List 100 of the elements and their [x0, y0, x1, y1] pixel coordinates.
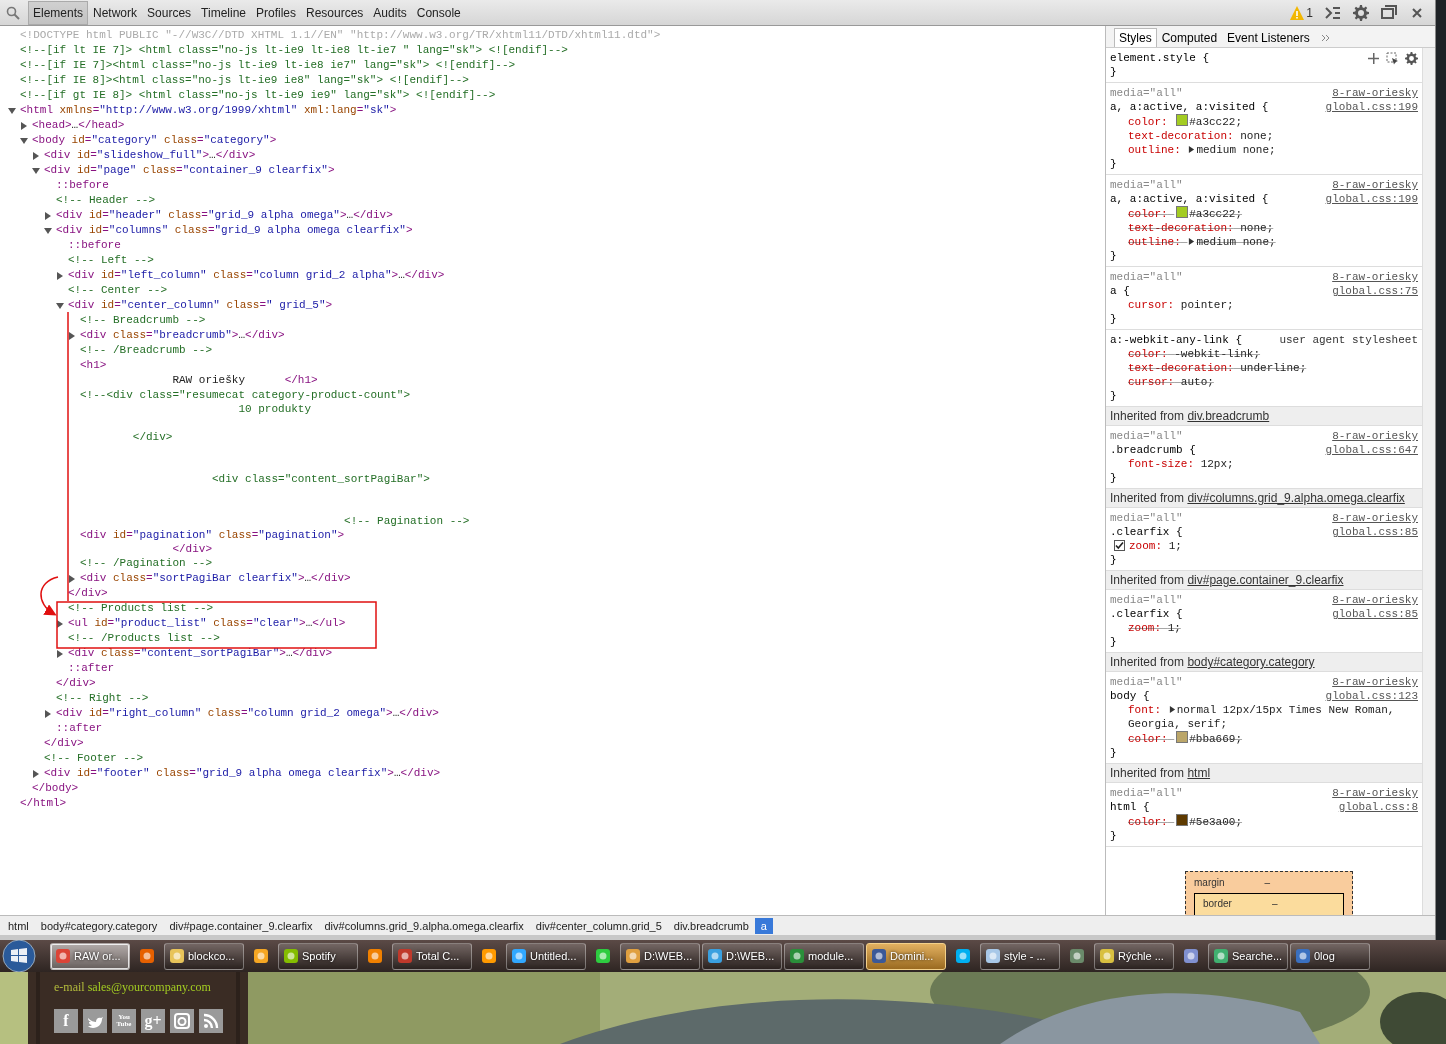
- code-comment[interactable]: <!-- Footer -->: [44, 751, 144, 766]
- breadcrumb-item[interactable]: html: [2, 917, 35, 934]
- breadcrumb-item[interactable]: a: [754, 917, 773, 934]
- expand-arrow-icon[interactable]: [1188, 238, 1196, 245]
- code-comment[interactable]: <!-- Breadcrumb -->: [80, 313, 206, 328]
- code-comment[interactable]: <!-- /Breadcrumb -->: [80, 343, 213, 358]
- html-tag[interactable]: <html xmlns="http://www.w3.org/1999/xhtml" xml:lang="sk">: [20, 103, 397, 118]
- panel-tab[interactable]: Sources: [142, 0, 197, 25]
- taskbar-button[interactable]: Searche...: [1208, 942, 1288, 970]
- element-link[interactable]: body#category.category: [1187, 655, 1315, 669]
- element-link[interactable]: div#page.container_9.clearfix: [1187, 573, 1344, 587]
- source-link[interactable]: 8-raw-oriesky: [1332, 429, 1418, 443]
- taskbar-button[interactable]: Untitled...: [506, 942, 586, 970]
- expand-arrow-icon[interactable]: [1168, 706, 1176, 713]
- console-icon[interactable]: [1325, 4, 1341, 21]
- code-comment[interactable]: <!-- Center -->: [68, 283, 168, 298]
- code-comment[interactable]: <!-- /Pagination -->: [80, 556, 213, 571]
- panel-tab[interactable]: Network: [88, 0, 143, 25]
- pseudo-element[interactable]: ::after: [68, 661, 115, 676]
- source-link[interactable]: 8-raw-oriesky: [1332, 270, 1418, 284]
- taskbar-button[interactable]: 0log: [1290, 942, 1370, 970]
- taskbar-button[interactable]: D:\WEB...: [702, 942, 782, 970]
- scrollbar[interactable]: [1422, 48, 1435, 915]
- html-tag[interactable]: <head>…</head>: [32, 118, 125, 133]
- code-comment[interactable]: <!-- Products list -->: [68, 601, 214, 616]
- collapsed-arrow-icon[interactable]: [68, 574, 76, 583]
- taskbar-button[interactable]: Spotify: [278, 942, 358, 970]
- collapsed-arrow-icon[interactable]: [56, 649, 64, 658]
- sidebar-tab[interactable]: Styles: [1114, 28, 1157, 47]
- color-swatch[interactable]: [1176, 731, 1189, 743]
- breadcrumb-item[interactable]: div#center_column.grid_5: [529, 917, 668, 934]
- html-tag[interactable]: <div id="left_column" class="column grid_2 alpha">…</div>: [68, 268, 445, 283]
- html-tag[interactable]: <body id="category" class="category">: [32, 133, 277, 148]
- collapsed-arrow-icon[interactable]: [56, 619, 64, 628]
- sidebar-tab[interactable]: Event Listeners: [1222, 28, 1315, 47]
- html-tag[interactable]: <ul id="product_list" class="clear">…</ul>: [68, 616, 346, 631]
- pseudo-element[interactable]: ::before: [56, 178, 109, 193]
- collapsed-arrow-icon[interactable]: [32, 151, 40, 160]
- collapsed-arrow-icon[interactable]: [44, 709, 52, 718]
- taskbar-button[interactable]: Rýchle ...: [1094, 942, 1174, 970]
- closing-tag[interactable]: </body>: [32, 781, 79, 796]
- panel-tab[interactable]: Elements: [28, 0, 89, 25]
- source-link[interactable]: global.css:85: [1332, 607, 1418, 621]
- panel-tab[interactable]: Timeline: [196, 0, 251, 25]
- border-value[interactable]: –: [1271, 897, 1278, 911]
- source-link[interactable]: global.css:123: [1325, 689, 1418, 703]
- code-comment[interactable]: <!-- Right -->: [56, 691, 149, 706]
- html-tag[interactable]: <div id="slideshow_full">…</div>: [44, 148, 256, 163]
- expanded-arrow-icon[interactable]: [20, 136, 28, 145]
- code-comment[interactable]: <!-- /Products list -->: [68, 631, 220, 646]
- breadcrumb-item[interactable]: div.breadcrumb: [667, 917, 755, 934]
- taskbar-button[interactable]: Total C...: [392, 942, 472, 970]
- html-tag[interactable]: <div class="content_sortPagiBar">…</div>: [68, 646, 333, 661]
- taskbar-button[interactable]: RAW or...: [50, 942, 130, 970]
- html-tag[interactable]: <div id="page" class="container_9 clearfix">: [44, 163, 335, 178]
- source-link[interactable]: global.css:647: [1325, 443, 1418, 457]
- margin-value[interactable]: –: [1264, 876, 1271, 890]
- expanded-arrow-icon[interactable]: [44, 226, 52, 235]
- camera-icon[interactable]: [170, 1009, 194, 1033]
- pseudo-element[interactable]: ::before: [68, 238, 121, 253]
- collapsed-arrow-icon[interactable]: [68, 331, 76, 340]
- collapsed-arrow-icon[interactable]: [44, 211, 52, 220]
- start-button[interactable]: [2, 940, 36, 972]
- panel-tab[interactable]: Profiles: [251, 0, 301, 25]
- pseudo-element[interactable]: ::after: [56, 721, 103, 736]
- taskbar-button[interactable]: D:\WEB...: [620, 942, 700, 970]
- source-link[interactable]: 8-raw-oriesky: [1332, 178, 1418, 192]
- code-comment[interactable]: <!--[if IE 8]><html class="no-js lt-ie9 ie8" lang="sk"> <![endif]-->: [20, 73, 469, 88]
- breadcrumb-item[interactable]: div#columns.grid_9.alpha.omega.clearfix: [318, 917, 530, 934]
- source-link[interactable]: 8-raw-oriesky: [1332, 511, 1418, 525]
- html-tag[interactable]: RAW oriešky </h1>: [80, 373, 318, 388]
- element-link[interactable]: html: [1187, 766, 1211, 780]
- closing-tag[interactable]: </div>: [44, 736, 84, 751]
- warning-count[interactable]: 1: [1306, 5, 1313, 20]
- html-tag[interactable]: <h1>: [80, 358, 107, 373]
- expanded-arrow-icon[interactable]: [8, 106, 16, 115]
- element-picker-icon[interactable]: [1386, 51, 1399, 65]
- email-link[interactable]: sales@yourcompany.com: [87, 980, 211, 994]
- bird-icon[interactable]: [83, 1009, 107, 1033]
- breadcrumb-item[interactable]: div#page.container_9.clearfix: [163, 917, 319, 934]
- search-icon[interactable]: [6, 5, 20, 20]
- source-link[interactable]: 8-raw-oriesky: [1332, 675, 1418, 689]
- panel-tab[interactable]: Audits: [368, 0, 412, 25]
- element-link[interactable]: div.breadcrumb: [1187, 409, 1270, 423]
- html-tag[interactable]: <div id="center_column" class=" grid_5">: [68, 298, 333, 313]
- color-swatch[interactable]: [1176, 206, 1189, 218]
- source-link[interactable]: global.css:75: [1332, 284, 1418, 298]
- settings-icon[interactable]: [1405, 51, 1418, 65]
- code-comment[interactable]: <!--[if gt IE 8]> <html class="no-js lt-ie9 ie9" lang="sk"> <![endif]-->: [20, 88, 496, 103]
- code-comment[interactable]: <!--[if IE 7]><html class="no-js lt-ie9 lt-ie8 ie7" lang="sk"> <![endif]-->: [20, 58, 516, 73]
- source-link[interactable]: global.css:199: [1325, 100, 1418, 114]
- html-tag[interactable]: <div id="columns" class="grid_9 alpha omega clearfix">: [56, 223, 413, 238]
- color-swatch[interactable]: [1176, 114, 1189, 126]
- html-tag[interactable]: <div id="footer" class="grid_9 alpha omega clearfix">…</div>: [44, 766, 441, 781]
- expanded-arrow-icon[interactable]: [56, 301, 64, 310]
- source-link[interactable]: global.css:199: [1325, 192, 1418, 206]
- html-tag[interactable]: <div id="pagination" class="pagination"> </div>: [80, 528, 345, 556]
- collapsed-arrow-icon[interactable]: [20, 121, 28, 130]
- rss-icon[interactable]: [199, 1009, 223, 1033]
- code-comment[interactable]: <!--<div class="resumecat category-product-count"> 10 produkty </div> <div class="content_sortPagiBar"> <!-- Pagination -->: [80, 388, 470, 528]
